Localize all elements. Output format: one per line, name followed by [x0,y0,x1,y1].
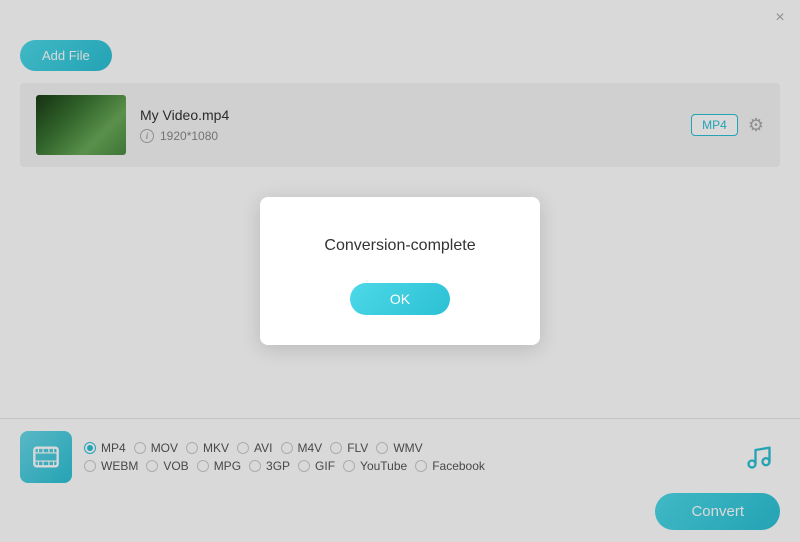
modal-ok-button[interactable]: OK [350,283,450,315]
modal-dialog: Conversion-complete OK [260,197,540,345]
modal-title: Conversion-complete [290,237,510,255]
modal-overlay: Conversion-complete OK [0,0,800,542]
